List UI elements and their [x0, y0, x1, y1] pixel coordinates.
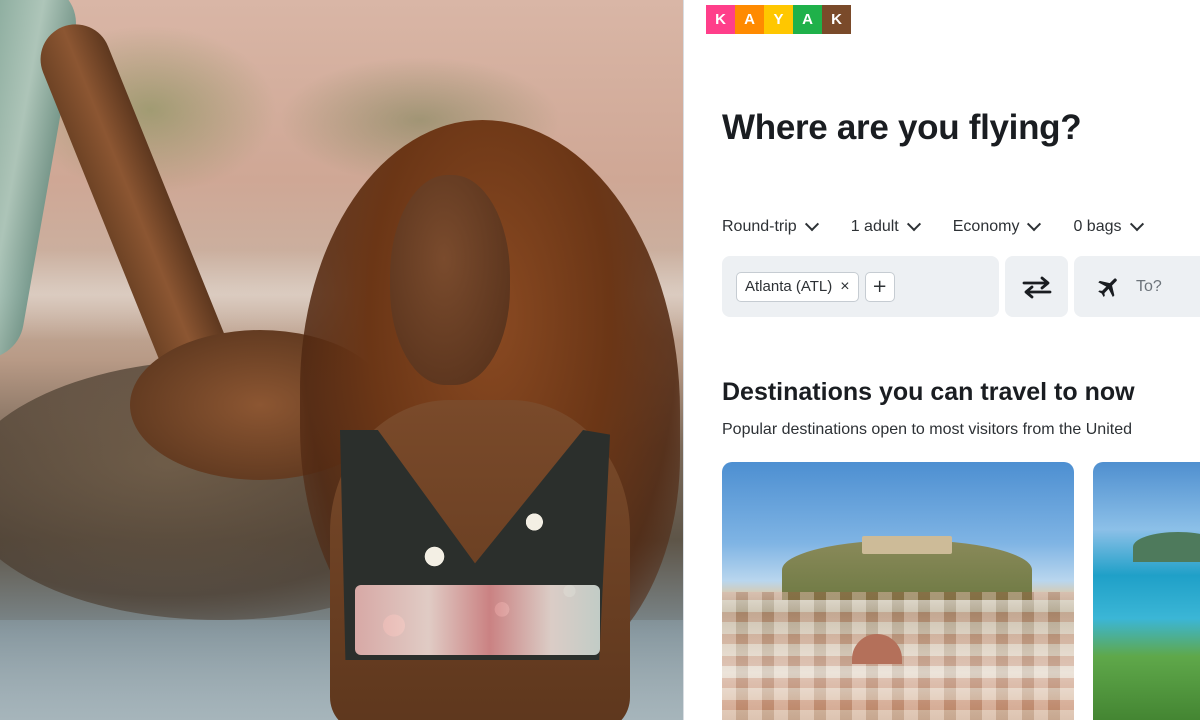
logo-letter: A	[802, 11, 813, 28]
trip-type-label: Round-trip	[722, 218, 797, 235]
logo-tile: K	[706, 5, 735, 34]
card-image-island	[1133, 532, 1200, 562]
photo-swimsuit-band	[355, 585, 600, 655]
panel-divider	[683, 0, 693, 720]
page-title: Where are you flying?	[722, 108, 1082, 147]
photo-face	[390, 175, 510, 385]
kayak-logo[interactable]: K A Y A K	[706, 5, 851, 34]
destinations-heading: Destinations you can travel to now	[722, 378, 1135, 406]
origin-field[interactable]: Atlanta (ATL) × +	[722, 256, 999, 317]
destinations-subtitle: Popular destinations open to most visito…	[722, 421, 1132, 438]
trip-options-bar: Round-trip 1 adult Economy 0 bags	[722, 217, 1176, 236]
destination-placeholder: To?	[1136, 277, 1162, 295]
logo-tile: A	[735, 5, 764, 34]
travelers-dropdown[interactable]: 1 adult	[850, 217, 921, 236]
logo-tile: K	[822, 5, 851, 34]
logo-tile: Y	[764, 5, 793, 34]
chevron-down-icon	[804, 217, 819, 232]
cabin-class-dropdown[interactable]: Economy	[952, 217, 1042, 236]
add-origin-button[interactable]: +	[864, 271, 895, 302]
airplane-icon	[1098, 278, 1117, 297]
logo-letter: A	[744, 11, 755, 28]
travelers-label: 1 adult	[850, 218, 899, 235]
hero-photo	[0, 0, 683, 720]
chevron-down-icon	[1129, 217, 1144, 232]
destination-field[interactable]: To?	[1074, 256, 1200, 317]
origin-chip-label: Atlanta (ATL)	[745, 278, 833, 295]
swap-button[interactable]	[1005, 256, 1068, 317]
destination-card-athens[interactable]	[722, 462, 1074, 720]
card-image-acropolis	[862, 536, 952, 554]
kayak-page: K A Y A K Where are you flying? Round-tr…	[693, 0, 1200, 720]
chevron-down-icon	[906, 217, 921, 232]
flight-search-form: Atlanta (ATL) × + To?	[722, 256, 1200, 317]
logo-letter: K	[715, 11, 726, 28]
remove-origin-icon[interactable]: ×	[840, 278, 849, 296]
logo-letter: Y	[773, 11, 784, 28]
origin-chip[interactable]: Atlanta (ATL) ×	[736, 271, 859, 302]
logo-tile: A	[793, 5, 822, 34]
swap-arrows-icon	[1022, 276, 1051, 298]
chevron-down-icon	[1027, 217, 1042, 232]
bags-dropdown[interactable]: 0 bags	[1073, 217, 1144, 236]
trip-type-dropdown[interactable]: Round-trip	[722, 217, 819, 236]
destination-card-coast[interactable]	[1093, 462, 1200, 720]
bags-label: 0 bags	[1073, 218, 1122, 235]
cabin-class-label: Economy	[952, 218, 1020, 235]
logo-letter: K	[831, 11, 842, 28]
